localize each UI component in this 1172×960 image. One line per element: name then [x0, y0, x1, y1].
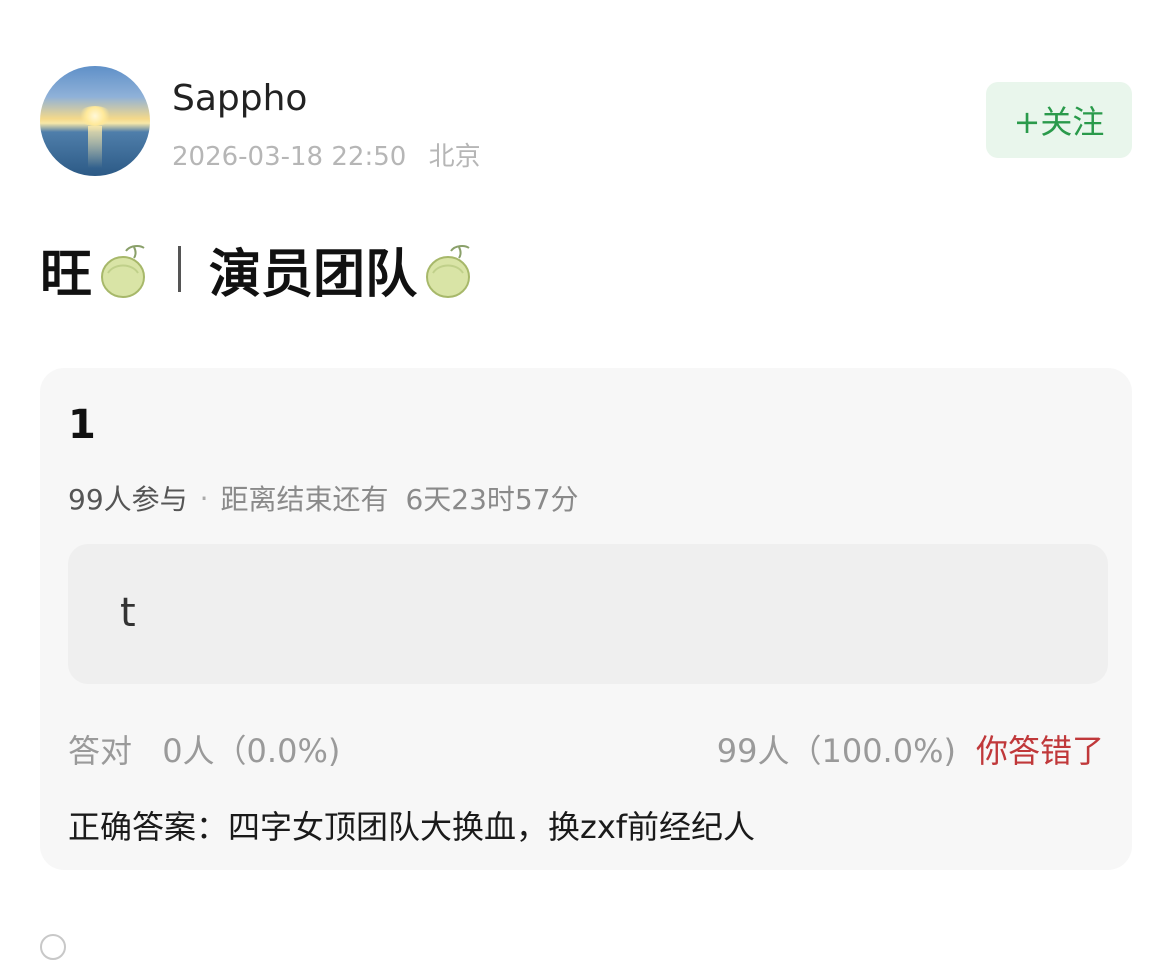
participants-count: 99人参与: [68, 483, 188, 516]
melon-icon: [101, 245, 146, 298]
quiz-question: 1: [68, 402, 96, 448]
post-location: 北京: [428, 142, 481, 172]
title-left: 旺: [40, 244, 93, 305]
post-header: Sappho 2026-03-18 22:50 北京 +关注: [40, 66, 1132, 176]
avatar-reflection: [88, 126, 102, 168]
avatar-sun: [78, 106, 112, 126]
bottom-note: [40, 934, 66, 960]
option-label: t: [120, 590, 136, 636]
follow-label: +关注: [1013, 103, 1105, 141]
username[interactable]: Sappho: [172, 78, 307, 119]
quiz-option[interactable]: t: [68, 544, 1108, 684]
avatar[interactable]: [40, 66, 150, 176]
countdown-prefix: 距离结束还有: [220, 483, 389, 516]
post-title: 旺 演员团队: [40, 232, 485, 306]
correct-stats: 答对 0人（0.0%): [68, 726, 340, 772]
wrong-status: 你答错了: [975, 732, 1104, 770]
countdown: 距离结束还有 6天23时57分: [221, 478, 579, 518]
answer-label: 正确答案：: [68, 808, 229, 846]
correct-answer: 正确答案：四字女顶团队大换血，换zxf前经纪人: [68, 802, 755, 848]
correct-label: 答对: [68, 732, 133, 770]
title-right: 演员团队: [209, 244, 418, 305]
melon-icon: [426, 245, 471, 298]
post-datetime: 2026-03-18 22:50: [172, 142, 407, 172]
post-meta: 2026-03-18 22:50 北京: [172, 136, 481, 173]
follow-button[interactable]: +关注: [986, 82, 1132, 158]
quiz-stats: 99人参与 · 距离结束还有 6天23时57分: [68, 478, 579, 518]
stats-separator: ·: [199, 481, 209, 515]
info-icon: [40, 934, 66, 960]
answer-text: 四字女顶团队大换血，换zxf前经纪人: [228, 808, 756, 846]
wrong-count: 99人（100.0%): [716, 732, 956, 770]
wrong-stats: 99人（100.0%) 你答错了: [717, 726, 1104, 772]
correct-count: 0人（0.0%): [162, 732, 341, 770]
countdown-value: 6天23时57分: [405, 483, 579, 516]
quiz-card: 1 99人参与 · 距离结束还有 6天23时57分 t 答对 0人（0.0%) …: [40, 368, 1132, 870]
title-separator: [178, 246, 182, 292]
